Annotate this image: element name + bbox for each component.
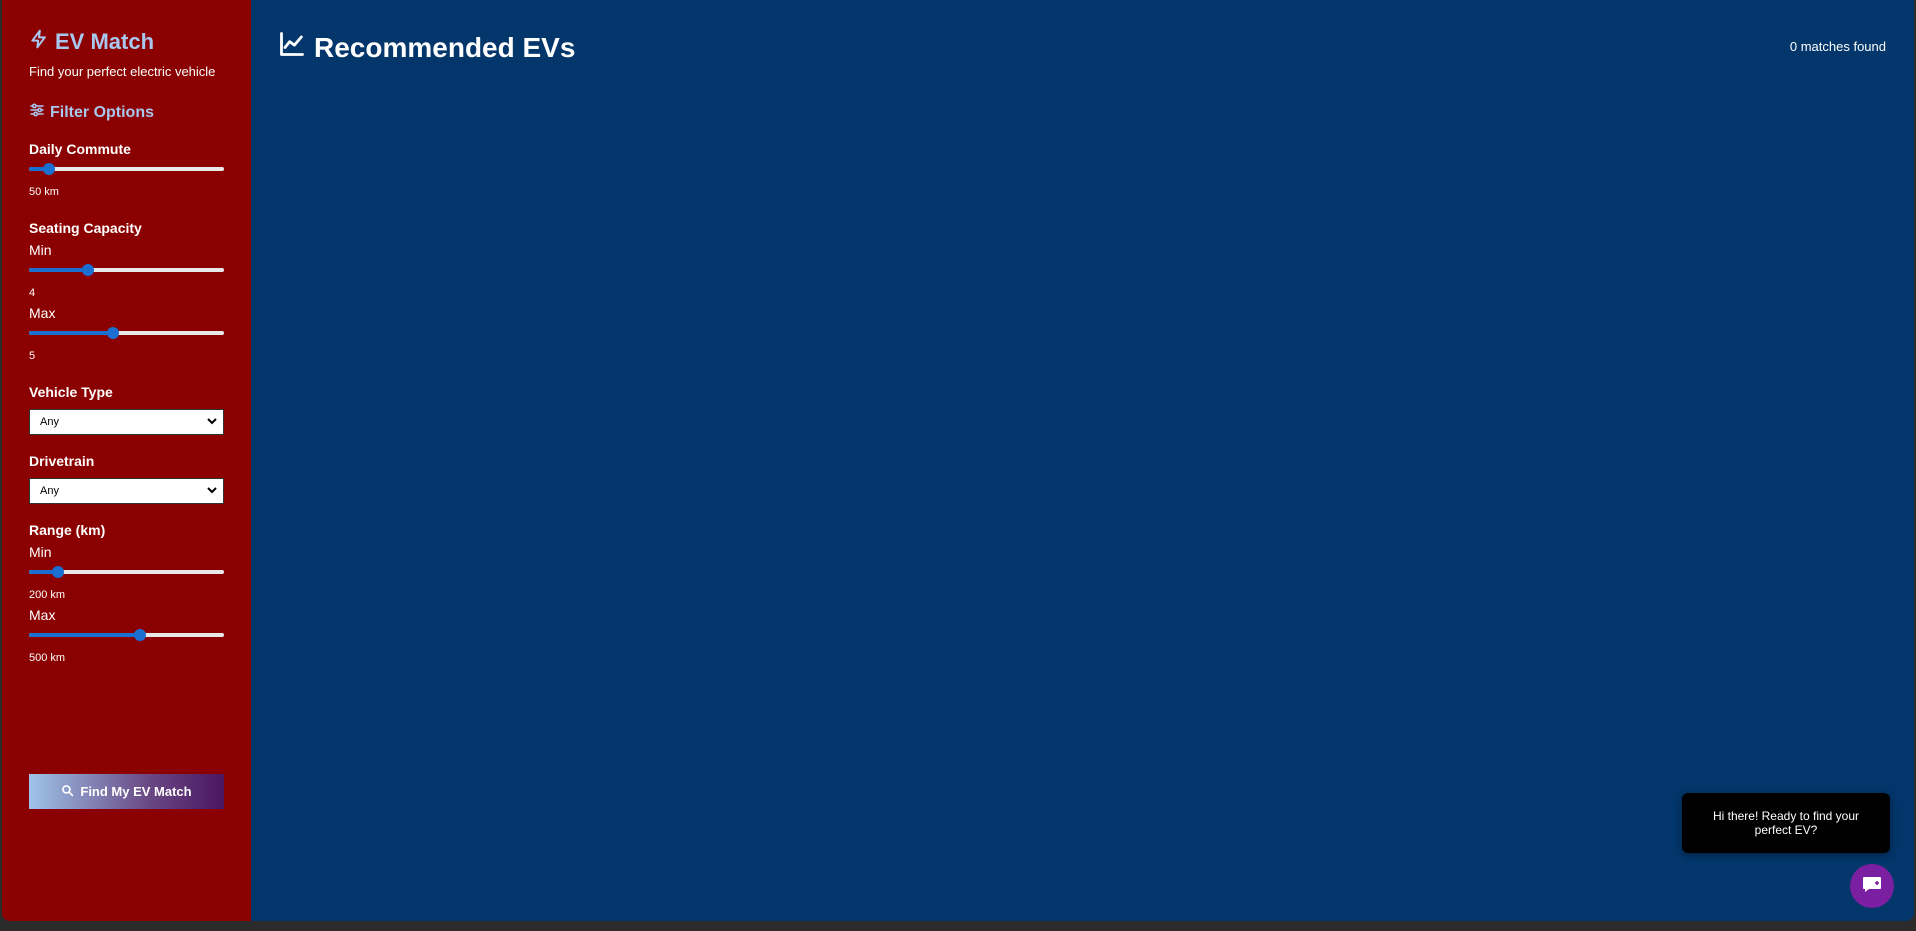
sidebar: EV Match Find your perfect electric vehi… bbox=[2, 0, 251, 921]
chat-icon bbox=[1860, 872, 1884, 901]
brand: EV Match bbox=[29, 28, 224, 56]
find-ev-match-label: Find My EV Match bbox=[80, 784, 192, 799]
vehicle-type-selected: Any bbox=[40, 416, 59, 428]
drivetrain-selected: Any bbox=[40, 485, 59, 497]
range-min-value: 200 km bbox=[29, 589, 66, 601]
daily-commute-label: Daily Commute bbox=[29, 141, 131, 157]
chevron-down-icon bbox=[207, 485, 217, 498]
seating-max-label: Max bbox=[29, 305, 56, 321]
chat-greeting-bubble: Hi there! Ready to find your perfect EV? bbox=[1682, 793, 1890, 853]
sliders-icon bbox=[29, 102, 45, 123]
filter-options-label: Filter Options bbox=[50, 103, 154, 121]
seating-min-slider[interactable] bbox=[29, 263, 224, 277]
range-max-slider[interactable] bbox=[29, 628, 224, 642]
seating-min-value: 4 bbox=[29, 287, 36, 299]
chat-button[interactable] bbox=[1850, 864, 1894, 908]
filter-options-heading: Filter Options bbox=[29, 102, 224, 123]
page-title-text: Recommended EVs bbox=[314, 31, 576, 63]
brand-tagline: Find your perfect electric vehicle bbox=[29, 64, 216, 79]
slider-thumb[interactable] bbox=[81, 264, 94, 276]
main-panel: Recommended EVs 0 matches found Hi there… bbox=[251, 0, 1914, 921]
app-window: EV Match Find your perfect electric vehi… bbox=[2, 0, 1914, 921]
slider-thumb[interactable] bbox=[42, 163, 55, 175]
seating-max-slider[interactable] bbox=[29, 326, 224, 340]
vehicle-type-select[interactable]: Any bbox=[29, 409, 224, 435]
seating-min-label: Min bbox=[29, 242, 52, 258]
chevron-down-icon bbox=[207, 416, 217, 429]
lightning-icon bbox=[29, 28, 49, 56]
seating-capacity-label: Seating Capacity bbox=[29, 220, 142, 236]
slider-thumb[interactable] bbox=[52, 566, 65, 578]
range-min-slider[interactable] bbox=[29, 565, 224, 579]
search-icon bbox=[61, 784, 74, 800]
drivetrain-label: Drivetrain bbox=[29, 453, 95, 469]
page-title: Recommended EVs bbox=[278, 30, 575, 65]
range-min-label: Min bbox=[29, 544, 52, 560]
slider-thumb[interactable] bbox=[106, 327, 119, 339]
match-count: 0 matches found bbox=[1789, 39, 1886, 54]
find-ev-match-button[interactable]: Find My EV Match bbox=[29, 774, 224, 809]
range-max-value: 500 km bbox=[29, 652, 66, 664]
drivetrain-select[interactable]: Any bbox=[29, 478, 224, 504]
daily-commute-slider[interactable] bbox=[29, 162, 224, 176]
daily-commute-value: 50 km bbox=[29, 186, 59, 198]
line-chart-icon bbox=[278, 30, 306, 65]
range-max-label: Max bbox=[29, 607, 56, 623]
brand-title: EV Match bbox=[55, 29, 155, 54]
seating-max-value: 5 bbox=[29, 350, 36, 362]
vehicle-type-label: Vehicle Type bbox=[29, 384, 113, 400]
slider-thumb[interactable] bbox=[134, 629, 147, 641]
range-label: Range (km) bbox=[29, 522, 106, 538]
